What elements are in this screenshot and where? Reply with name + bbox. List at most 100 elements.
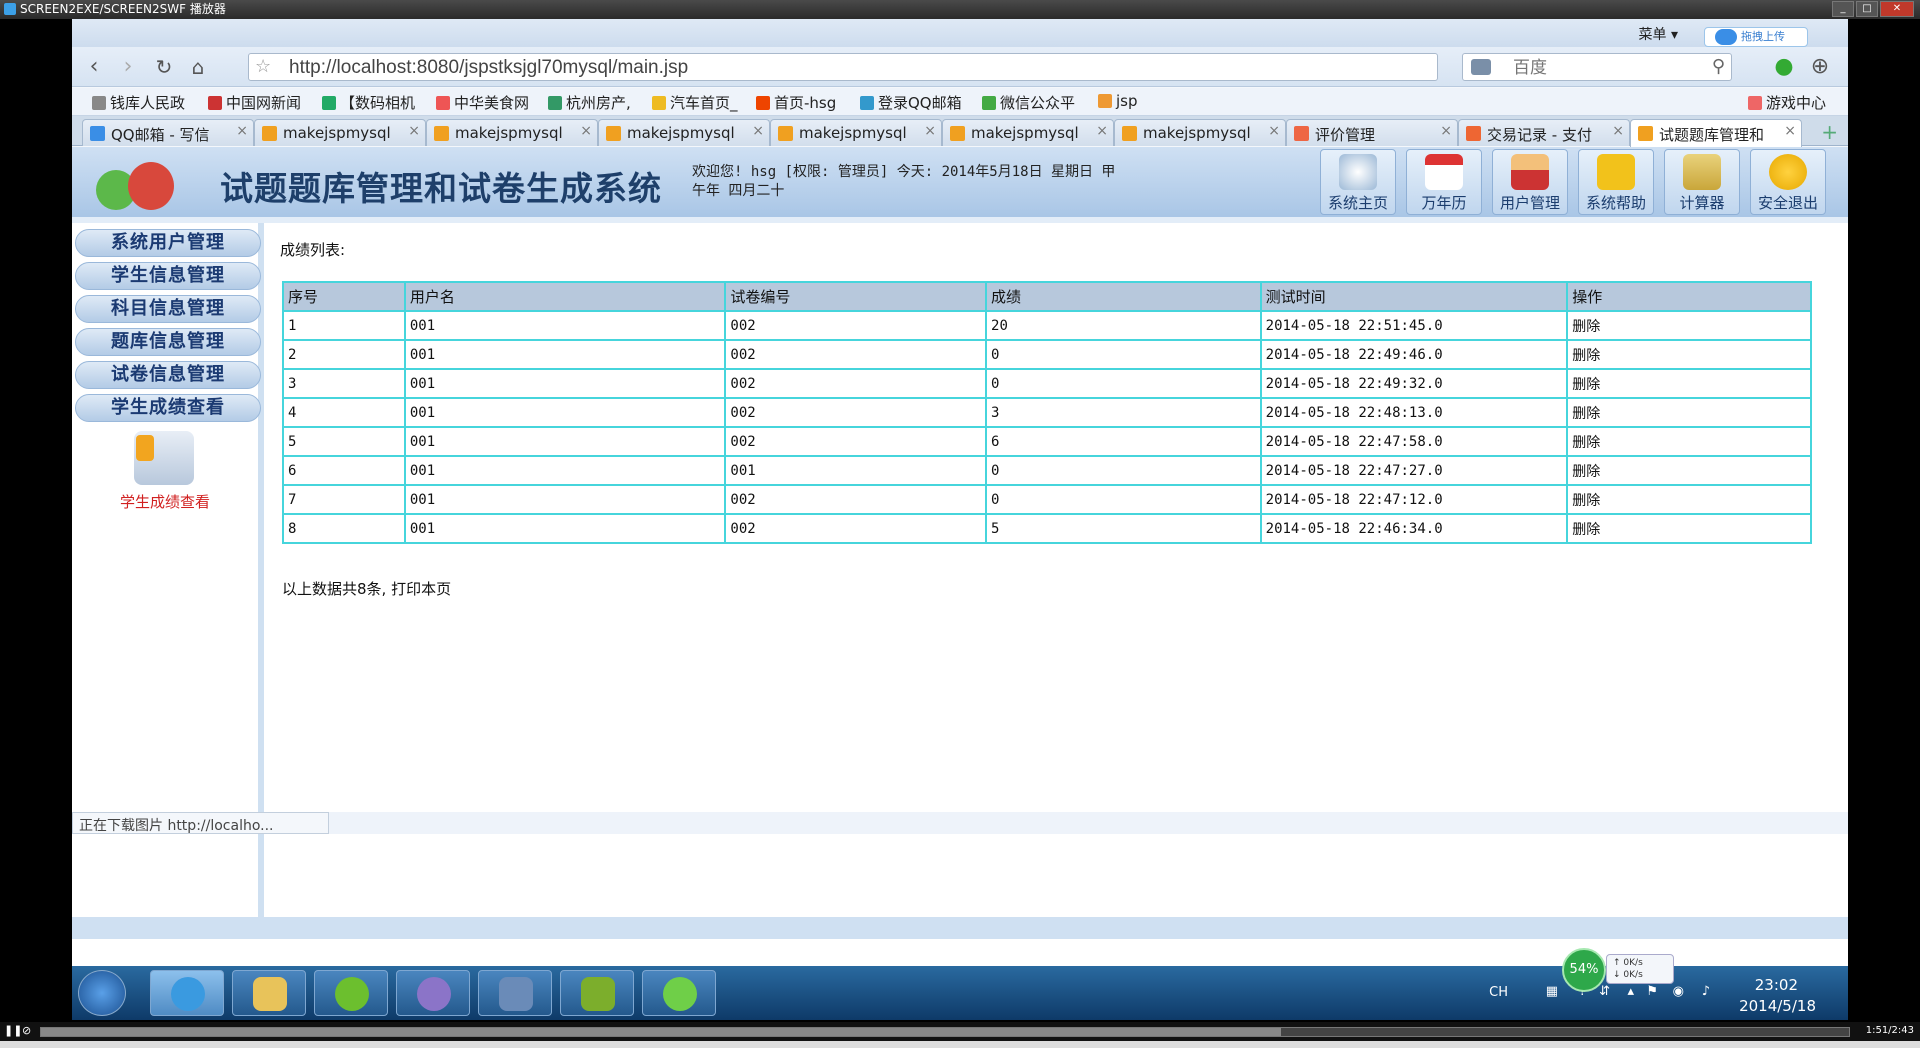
home-page-button[interactable]: 系统主页 (1320, 149, 1396, 215)
sidebar-item-scores[interactable]: 学生成绩查看 (75, 394, 261, 422)
tab-makejspmysql[interactable]: makejspmysql × (426, 119, 598, 146)
taskbar-image[interactable] (560, 970, 634, 1016)
bookmark-item[interactable]: 杭州房产, (548, 92, 631, 113)
delete-link[interactable]: 删除 (1566, 368, 1812, 399)
search-input[interactable] (1513, 57, 1693, 79)
cell-username: 001 (403, 310, 727, 341)
upload-speed: 0K/s (1623, 958, 1643, 968)
close-tab-icon[interactable]: × (408, 123, 420, 139)
tab-makejspmysql[interactable]: makejspmysql × (254, 119, 426, 146)
bookmark-item[interactable]: 中华美食网 (436, 92, 529, 113)
close-tab-icon[interactable]: × (1612, 123, 1624, 139)
new-tab-icon[interactable]: + (1821, 120, 1838, 144)
cell-test-time: 2014-05-18 22:46:34.0 (1259, 513, 1569, 544)
delete-link[interactable]: 删除 (1566, 513, 1812, 544)
url-input[interactable] (289, 57, 1339, 79)
close-tab-icon[interactable]: × (236, 123, 248, 139)
music-icon (335, 977, 369, 1011)
delete-link[interactable]: 删除 (1566, 339, 1812, 370)
sidebar-item-subjects[interactable]: 科目信息管理 (75, 295, 261, 323)
scores-printer-icon[interactable] (134, 431, 194, 485)
close-tab-icon[interactable]: × (1096, 123, 1108, 139)
back-icon[interactable]: ‹ (82, 55, 106, 79)
tab-makejspmysql[interactable]: makejspmysql × (598, 119, 770, 146)
tab-makejspmysql[interactable]: makejspmysql × (1114, 119, 1286, 146)
download-icon[interactable]: ⊕ (1808, 55, 1832, 79)
help-button[interactable]: 系统帮助 (1578, 149, 1654, 215)
bookmark-item[interactable]: 汽车首页_ (652, 92, 738, 113)
taskbar-archive[interactable] (478, 970, 552, 1016)
maximize-button[interactable]: □ (1856, 1, 1878, 17)
delete-link[interactable]: 删除 (1566, 397, 1812, 428)
start-button[interactable] (78, 970, 126, 1016)
table-row: 8 001 002 5 2014-05-18 22:46:34.0 删除 (282, 513, 1812, 544)
sidebar-item-system-users[interactable]: 系统用户管理 (75, 229, 261, 257)
close-tab-icon[interactable]: × (580, 123, 592, 139)
close-tab-icon[interactable]: × (1784, 123, 1796, 139)
upload-button[interactable]: 拖拽上传 (1704, 27, 1808, 47)
cell-index: 5 (282, 426, 406, 457)
taskbar-browser[interactable] (150, 970, 224, 1016)
bookmark-item[interactable]: 钱库人民政 (92, 92, 185, 113)
tab-transactions[interactable]: 交易记录 - 支付 × (1458, 119, 1630, 146)
language-indicator[interactable]: CH (1489, 985, 1508, 1000)
close-button[interactable]: ✕ (1880, 1, 1914, 17)
search-icon[interactable]: ⚲ (1712, 56, 1725, 77)
bookmark-item[interactable]: 微信公众平 (982, 92, 1075, 113)
network-speed-widget[interactable]: 54% ↑ 0K/s ↓ 0K/s (1562, 948, 1676, 992)
upload-label: 拖拽上传 (1741, 30, 1785, 43)
record-count-print-link[interactable]: 以上数据共8条, 打印本页 (282, 578, 451, 599)
sidebar-item-students[interactable]: 学生信息管理 (75, 262, 261, 290)
close-tab-icon[interactable]: × (752, 123, 764, 139)
bookmark-item[interactable]: 登录QQ邮箱 (860, 92, 962, 113)
close-tab-icon[interactable]: × (1440, 123, 1452, 139)
sidebar-item-papers[interactable]: 试卷信息管理 (75, 361, 261, 389)
forward-icon[interactable]: › (116, 55, 140, 79)
home-icon[interactable]: ⌂ (186, 55, 210, 79)
delete-link[interactable]: 删除 (1566, 426, 1812, 457)
browser-menu-button[interactable]: 菜单 ▾ (1639, 24, 1678, 44)
tab-makejspmysql[interactable]: makejspmysql × (770, 119, 942, 146)
clock-date[interactable]: 2014/5/18 (1739, 997, 1816, 1015)
baidu-icon[interactable] (1471, 59, 1491, 75)
pause-icon[interactable]: ❚❚ (4, 1024, 22, 1037)
playback-progress[interactable] (40, 1027, 1850, 1037)
clock-time[interactable]: 23:02 (1755, 976, 1798, 994)
bookmark-item[interactable]: 首页-hsg (756, 92, 836, 113)
tab-exam-system[interactable]: 试题题库管理和 × (1630, 119, 1802, 147)
taskbar-recorder[interactable] (642, 970, 716, 1016)
logout-button[interactable]: 安全退出 (1750, 149, 1826, 215)
sidebar-current-label[interactable]: 学生成绩查看 (72, 491, 258, 512)
cell-username: 001 (403, 426, 727, 457)
close-tab-icon[interactable]: × (924, 123, 936, 139)
volume-icon[interactable]: ♪ (1702, 984, 1710, 999)
refresh-icon[interactable]: ↻ (152, 55, 176, 79)
taskbar-explorer[interactable] (232, 970, 306, 1016)
page-footer-band (72, 917, 1848, 939)
tab-evaluation[interactable]: 评价管理 × (1286, 119, 1458, 146)
keyboard-icon[interactable]: ▦ (1546, 984, 1558, 999)
user-management-button[interactable]: 用户管理 (1492, 149, 1568, 215)
wechat-icon[interactable]: ● (1772, 55, 1796, 79)
welcome-text: 欢迎您! hsg [权限: 管理员] 今天: 2014年5月18日 星期日 甲午… (692, 164, 1116, 199)
calculator-button[interactable]: 计算器 (1664, 149, 1740, 215)
bookmark-item[interactable]: 游戏中心 (1748, 92, 1826, 113)
close-tab-icon[interactable]: × (1268, 123, 1280, 139)
delete-link[interactable]: 删除 (1566, 455, 1812, 486)
delete-link[interactable]: 删除 (1566, 310, 1812, 341)
bookmark-item[interactable]: jsp (1098, 92, 1138, 110)
calendar-button[interactable]: 万年历 (1406, 149, 1482, 215)
tab-qq-mail[interactable]: QQ邮箱 - 写信 × (82, 119, 254, 146)
sidebar-item-question-bank[interactable]: 题库信息管理 (75, 328, 261, 356)
minimize-button[interactable]: _ (1832, 1, 1854, 17)
cell-score: 20 (985, 310, 1262, 341)
bookmark-item[interactable]: 【数码相机 (322, 92, 415, 113)
delete-link[interactable]: 删除 (1566, 484, 1812, 515)
taskbar-app[interactable] (396, 970, 470, 1016)
bookmark-item[interactable]: 中国网新闻 (208, 92, 301, 113)
star-icon[interactable]: ☆ (255, 56, 271, 77)
taskbar-music[interactable] (314, 970, 388, 1016)
stop-icon[interactable]: ⊘ (22, 1024, 31, 1037)
tab-makejspmysql[interactable]: makejspmysql × (942, 119, 1114, 146)
table-row: 6 001 001 0 2014-05-18 22:47:27.0 删除 (282, 455, 1812, 486)
